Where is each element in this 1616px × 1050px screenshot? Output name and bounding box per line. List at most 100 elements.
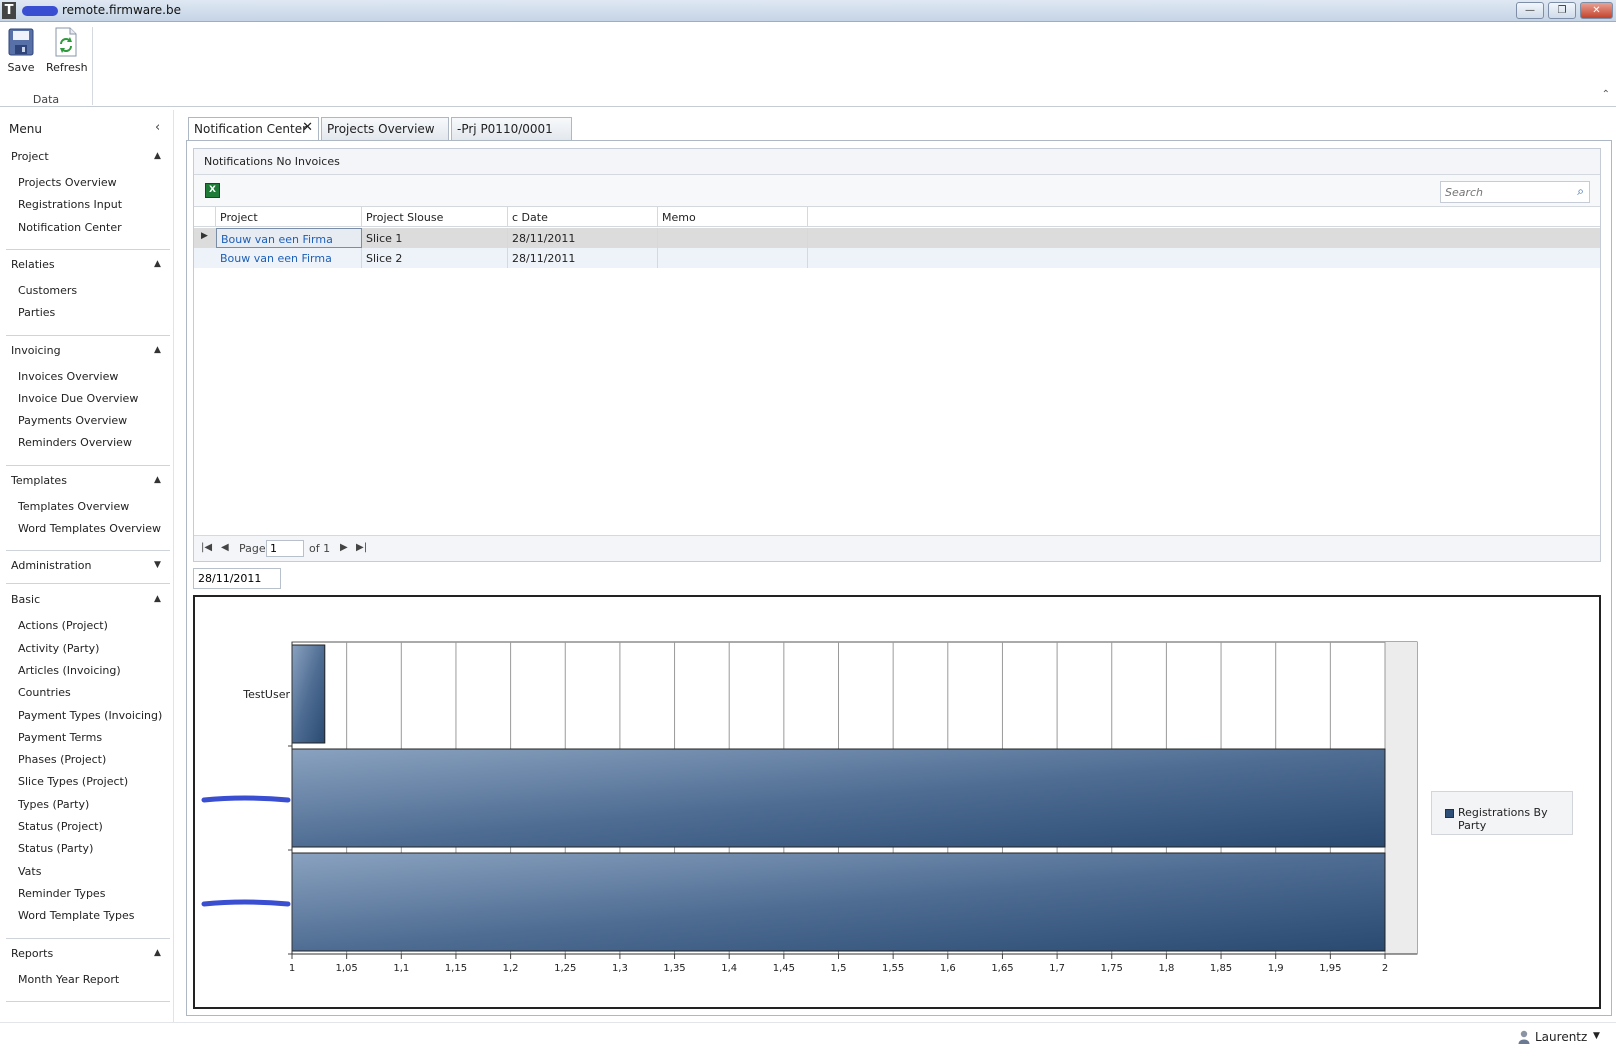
- sidebar-item-reminders-overview[interactable]: Reminders Overview: [18, 436, 132, 449]
- maximize-button[interactable]: ❐: [1548, 2, 1576, 19]
- tab-project-record[interactable]: -Prj P0110/0001: [451, 117, 572, 140]
- x-tick-label: 1,9: [1268, 963, 1284, 974]
- date-filter-input[interactable]: [193, 568, 281, 589]
- sidebar-item-articles-invoicing[interactable]: Articles (Invoicing): [18, 664, 121, 677]
- tab-label: -Prj P0110/0001: [457, 122, 553, 136]
- menu-title: Menu: [9, 122, 42, 136]
- save-button[interactable]: Save: [1, 27, 41, 74]
- chevron-down-icon[interactable]: ▼: [154, 560, 161, 570]
- chevron-up-icon[interactable]: ▲: [154, 594, 161, 604]
- sidebar-item-payment-terms[interactable]: Payment Terms: [18, 731, 102, 744]
- sidebar-section-invoicing[interactable]: Invoicing: [11, 344, 61, 357]
- sidebar-item-word-template-types[interactable]: Word Template Types: [18, 909, 134, 922]
- sidebar-item-registrations-input[interactable]: Registrations Input: [18, 198, 122, 211]
- chevron-up-icon[interactable]: ▲: [154, 259, 161, 269]
- table-cell[interactable]: Slice 1: [362, 228, 508, 248]
- chevron-up-icon[interactable]: ▲: [154, 345, 161, 355]
- y-category-label: TestUser: [242, 688, 290, 701]
- grid-pager: |◀ ◀ Page of 1 ▶ ▶|: [194, 535, 1600, 561]
- sidebar-item-templates-overview[interactable]: Templates Overview: [18, 500, 129, 513]
- column-header-date[interactable]: c Date: [508, 207, 658, 227]
- table-cell[interactable]: Bouw van een Firma: [216, 228, 362, 248]
- grid-header: Project Project Slouse c Date Memo: [194, 207, 1600, 227]
- sidebar-item-invoices-overview[interactable]: Invoices Overview: [18, 370, 118, 383]
- sidebar-item-types-party[interactable]: Types (Party): [18, 798, 89, 811]
- tab-projects-overview[interactable]: Projects Overview: [321, 117, 449, 140]
- sidebar-item-notification-center[interactable]: Notification Center: [18, 221, 122, 234]
- title-bar: T remote.firmware.be — ❐ ✕: [0, 0, 1616, 22]
- sidebar-item-phases-project[interactable]: Phases (Project): [18, 753, 106, 766]
- table-row[interactable]: Bouw van een Firma Slice 2 28/11/2011: [194, 248, 1600, 268]
- status-bar: Laurentz ▼: [0, 1022, 1616, 1050]
- registrations-chart: 1 1,05 1,1 1,15 1,2 1,25 1,3 1,35 1,4 1,45 1,5 1,55…: [193, 595, 1601, 1009]
- menu-header: Menu ‹: [0, 110, 174, 146]
- previous-page-icon[interactable]: ◀: [221, 542, 229, 553]
- sidebar-item-customers[interactable]: Customers: [18, 284, 77, 297]
- sidebar-item-payment-types-invoicing[interactable]: Payment Types (Invoicing): [18, 709, 162, 722]
- chevron-up-icon[interactable]: ▲: [154, 948, 161, 958]
- sidebar-item-slice-types-project[interactable]: Slice Types (Project): [18, 775, 128, 788]
- save-icon: [8, 28, 34, 56]
- current-row-indicator-icon: ▶: [201, 231, 208, 241]
- table-cell[interactable]: [658, 228, 808, 248]
- user-dropdown-icon[interactable]: ▼: [1593, 1031, 1600, 1041]
- page-number-input[interactable]: [266, 540, 304, 557]
- x-tick-label: 1,05: [336, 963, 358, 974]
- table-cell[interactable]: 28/11/2011: [508, 228, 658, 248]
- column-header-project[interactable]: Project: [216, 207, 362, 227]
- sidebar-section-templates[interactable]: Templates: [11, 474, 67, 487]
- table-cell[interactable]: Slice 2: [362, 248, 508, 268]
- column-header-project-slouse[interactable]: Project Slouse: [362, 207, 508, 227]
- close-window-button[interactable]: ✕: [1580, 2, 1613, 19]
- x-tick-label: 1,25: [554, 963, 576, 974]
- section-divider: [6, 937, 170, 939]
- save-label: Save: [7, 61, 35, 74]
- menu-collapse-icon[interactable]: ‹: [155, 120, 160, 135]
- sidebar-item-invoice-due-overview[interactable]: Invoice Due Overview: [18, 392, 138, 405]
- sidebar-item-reminder-types[interactable]: Reminder Types: [18, 887, 105, 900]
- sidebar-item-payments-overview[interactable]: Payments Overview: [18, 414, 127, 427]
- close-tab-icon[interactable]: ✕: [302, 120, 313, 135]
- sidebar-section-reports[interactable]: Reports: [11, 947, 53, 960]
- chevron-up-icon[interactable]: ▲: [154, 475, 161, 485]
- sidebar-item-countries[interactable]: Countries: [18, 686, 71, 699]
- x-tick-label: 2: [1382, 963, 1388, 974]
- table-row[interactable]: ▶ Bouw van een Firma Slice 1 28/11/2011: [194, 228, 1600, 248]
- column-header-memo[interactable]: Memo: [658, 207, 808, 227]
- table-cell[interactable]: 28/11/2011: [508, 248, 658, 268]
- tab-notification-center[interactable]: Notification Center ✕: [188, 117, 319, 141]
- window-title: remote.firmware.be: [62, 3, 181, 17]
- x-tick-label: 1,75: [1101, 963, 1123, 974]
- sidebar-section-project[interactable]: Project: [11, 150, 49, 163]
- next-page-icon[interactable]: ▶: [340, 542, 348, 553]
- refresh-button[interactable]: Refresh: [46, 27, 88, 74]
- table-cell[interactable]: Bouw van een Firma: [216, 248, 362, 268]
- sidebar-item-status-party[interactable]: Status (Party): [18, 842, 93, 855]
- sidebar-section-relaties[interactable]: Relaties: [11, 258, 55, 271]
- minimize-button[interactable]: —: [1516, 2, 1544, 19]
- sidebar-item-status-project[interactable]: Status (Project): [18, 820, 103, 833]
- sidebar-section-basic[interactable]: Basic: [11, 593, 40, 606]
- sidebar-item-activity-party[interactable]: Activity (Party): [18, 642, 99, 655]
- table-cell[interactable]: [658, 248, 808, 268]
- sidebar-item-vats[interactable]: Vats: [18, 865, 41, 878]
- sidebar-item-word-templates-overview[interactable]: Word Templates Overview: [18, 522, 161, 535]
- grid-toolbar: X ⌕: [194, 175, 1600, 207]
- current-user-name[interactable]: Laurentz: [1535, 1030, 1587, 1044]
- chevron-up-icon[interactable]: ▲: [154, 151, 161, 161]
- excel-export-icon[interactable]: X: [205, 183, 220, 198]
- search-input[interactable]: [1441, 182, 1566, 202]
- x-tick-label: 1,1: [393, 963, 409, 974]
- sidebar-item-month-year-report[interactable]: Month Year Report: [18, 973, 119, 986]
- first-page-icon[interactable]: |◀: [201, 542, 212, 553]
- sidebar-menu: Menu ‹ Project ▲ Projects Overview Registra…: [0, 110, 174, 1022]
- search-icon[interactable]: ⌕: [1577, 184, 1584, 199]
- last-page-icon[interactable]: ▶|: [356, 542, 367, 553]
- ribbon: Save Refresh Data ⌃: [0, 23, 1616, 107]
- sidebar-item-parties[interactable]: Parties: [18, 306, 55, 319]
- legend-swatch: [1445, 809, 1454, 818]
- sidebar-item-actions-project[interactable]: Actions (Project): [18, 619, 108, 632]
- ribbon-collapse-icon[interactable]: ⌃: [1602, 89, 1610, 100]
- sidebar-item-projects-overview[interactable]: Projects Overview: [18, 176, 117, 189]
- sidebar-section-administration[interactable]: Administration: [11, 559, 92, 572]
